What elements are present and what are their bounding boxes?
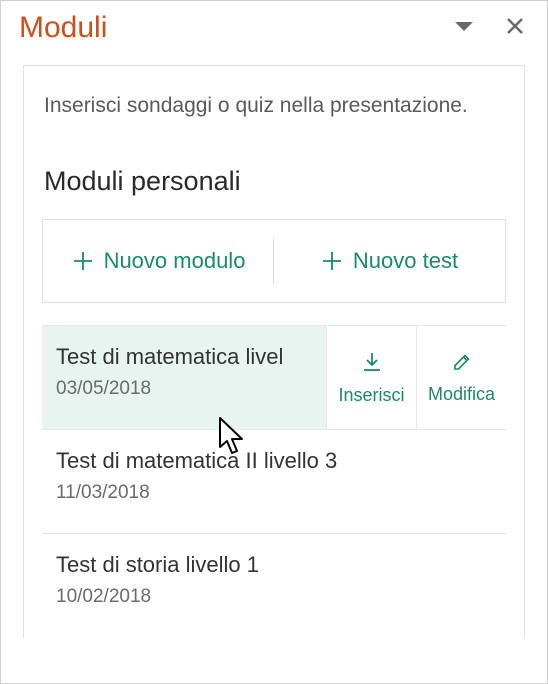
new-form-button[interactable]: Nuovo modulo [43,220,274,302]
section-title: Moduli personali [24,128,524,219]
pane-content: Inserisci sondaggi o quiz nella presenta… [23,65,525,638]
insert-label: Inserisci [338,385,404,406]
new-form-label: Nuovo modulo [104,248,246,274]
new-quiz-button[interactable]: Nuovo test [274,220,505,302]
list-item-info: Test di matematica II livello 3 11/03/20… [42,430,506,533]
intro-text: Inserisci sondaggi o quiz nella presenta… [24,66,524,128]
new-quiz-label: Nuovo test [353,248,458,274]
list-item-date: 11/03/2018 [56,482,494,504]
forms-list: Test di matematica livel 03/05/2018 Inse… [42,325,506,638]
edit-label: Modifica [428,384,495,405]
dropdown-icon[interactable] [451,15,477,41]
list-item-title: Test di matematica livel [56,344,314,370]
list-item-title: Test di storia livello 1 [56,552,494,578]
list-item-info: Test di storia livello 1 10/02/2018 [42,534,506,638]
edit-button[interactable]: Modifica [416,326,506,429]
plus-icon [72,250,94,272]
list-item-date: 03/05/2018 [56,378,314,400]
list-item-date: 10/02/2018 [56,586,494,608]
pane-header: Moduli [1,1,547,53]
pane-title: Moduli [19,11,107,45]
list-item-info: Test di matematica livel 03/05/2018 [42,326,326,429]
list-item[interactable]: Test di storia livello 1 10/02/2018 [42,534,506,638]
new-buttons-row: Nuovo modulo Nuovo test [42,219,506,303]
close-icon[interactable] [501,12,529,45]
list-item-title: Test di matematica II livello 3 [56,448,494,474]
insert-button[interactable]: Inserisci [326,326,416,429]
list-item[interactable]: Test di matematica II livello 3 11/03/20… [42,430,506,534]
pencil-icon [451,351,473,378]
header-controls [451,12,529,45]
insert-icon [360,350,384,379]
plus-icon [321,250,343,272]
list-item[interactable]: Test di matematica livel 03/05/2018 Inse… [42,326,506,430]
